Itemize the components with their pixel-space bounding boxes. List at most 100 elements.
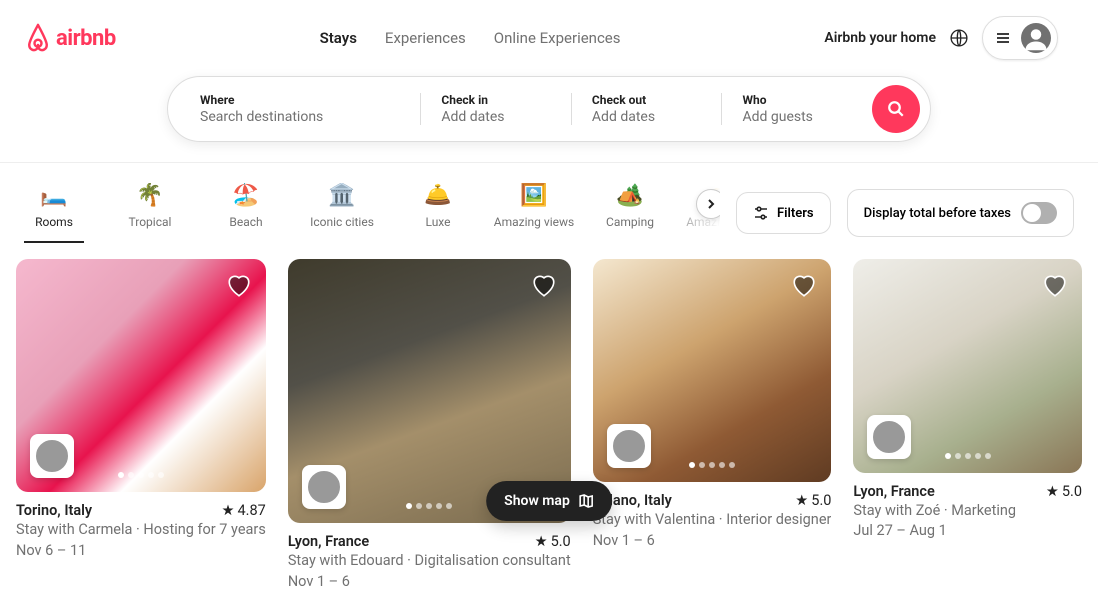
listing-image[interactable] xyxy=(593,259,832,482)
host-avatar xyxy=(307,470,341,504)
nav-tabs: Stays Experiences Online Experiences xyxy=(320,29,621,47)
carousel-dots xyxy=(945,453,991,459)
search-checkin-label: Check in xyxy=(441,93,555,107)
host-badge xyxy=(30,434,74,478)
listing-rating: ★ 5.0 xyxy=(535,533,571,550)
host-badge xyxy=(867,415,911,459)
listing-rating: ★ 5.0 xyxy=(1046,483,1082,500)
category-next-button[interactable] xyxy=(696,189,720,219)
divider xyxy=(420,93,421,125)
search-where[interactable]: Where Search destinations xyxy=(200,93,420,125)
search-icon xyxy=(887,100,905,118)
category-label: Beach xyxy=(229,215,262,229)
filters-button[interactable]: Filters xyxy=(736,192,831,234)
category-label: Rooms xyxy=(35,215,73,229)
listing-host: Stay with Valentina · Interior designer xyxy=(593,510,832,530)
category-amazing-views[interactable]: 🖼️Amazing views xyxy=(504,183,564,243)
heart-icon[interactable] xyxy=(226,273,252,299)
category-label: Amazing views xyxy=(494,215,574,229)
tax-toggle[interactable]: Display total before taxes xyxy=(847,189,1074,237)
listing-host: Stay with Carmela · Hosting for 7 years xyxy=(16,520,266,540)
listing-host: Stay with Edouard · Digitalisation consu… xyxy=(288,551,571,571)
category-icon: 🏖️ xyxy=(232,183,259,207)
listing-dates: Jul 27 – Aug 1 xyxy=(853,521,1082,541)
search-who-label: Who xyxy=(742,93,856,107)
tab-experiences[interactable]: Experiences xyxy=(385,29,466,47)
search-checkout-label: Check out xyxy=(592,93,706,107)
category-rooms[interactable]: 🛏️ Rooms xyxy=(24,183,84,243)
show-map-button[interactable]: Show map xyxy=(486,481,612,521)
search-bar: Where Search destinations Check in Add d… xyxy=(167,76,931,142)
search-who[interactable]: Who Add guests xyxy=(742,93,872,125)
listing-location: Lyon, France xyxy=(288,533,369,550)
category-row: 🛏️ Rooms 🌴 Tropical 🏖️ Beach 🏛️ Iconic cities 🛎️… xyxy=(24,183,720,243)
listing-rating: ★ 5.0 xyxy=(795,492,831,509)
search-where-label: Where xyxy=(200,93,404,107)
hamburger-icon xyxy=(995,30,1011,46)
category-luxe[interactable]: 🛎️ Luxe xyxy=(408,183,468,243)
map-icon xyxy=(578,493,594,509)
heart-icon[interactable] xyxy=(531,273,557,299)
listings-grid: Torino, Italy ★ 4.87Stay with Carmela · H… xyxy=(0,243,1098,615)
listing-dates: Nov 1 – 6 xyxy=(288,572,571,592)
carousel-dots xyxy=(406,503,452,509)
carousel-dots xyxy=(118,472,164,478)
category-label: Iconic cities xyxy=(310,215,374,229)
divider xyxy=(721,93,722,125)
host-badge xyxy=(302,465,346,509)
search-button[interactable] xyxy=(872,85,920,133)
search-checkin-placeholder: Add dates xyxy=(441,109,555,125)
category-camping[interactable]: 🏕️ Camping xyxy=(600,183,660,243)
tab-stays[interactable]: Stays xyxy=(320,29,357,47)
avatar xyxy=(1021,23,1051,53)
chevron-right-icon xyxy=(705,198,717,210)
toggle-switch[interactable] xyxy=(1021,202,1057,224)
listing-card[interactable]: Lyon, France ★ 5.0Stay with Edouard · Dig… xyxy=(288,259,571,591)
category-icon: 🛎️ xyxy=(424,183,451,207)
category-tropical[interactable]: 🌴 Tropical xyxy=(120,183,180,243)
listing-location: Torino, Italy xyxy=(16,502,92,519)
user-menu[interactable] xyxy=(982,16,1058,60)
category-icon: 🏛️ xyxy=(328,183,355,207)
filters-label: Filters xyxy=(777,206,814,221)
tab-online-experiences[interactable]: Online Experiences xyxy=(494,29,621,47)
listing-location: Lyon, France xyxy=(853,483,934,500)
globe-icon[interactable] xyxy=(950,29,968,47)
category-icon: 🖼️ xyxy=(520,183,547,207)
heart-icon[interactable] xyxy=(1042,273,1068,299)
category-iconic-cities[interactable]: 🏛️ Iconic cities xyxy=(312,183,372,243)
show-map-label: Show map xyxy=(504,493,570,509)
listing-dates: Nov 6 – 11 xyxy=(16,541,266,561)
category-label: Camping xyxy=(606,215,654,229)
search-where-placeholder: Search destinations xyxy=(200,109,404,125)
search-who-placeholder: Add guests xyxy=(742,109,856,125)
category-beach[interactable]: 🏖️ Beach xyxy=(216,183,276,243)
listing-card[interactable]: Lyon, France ★ 5.0Stay with Zoé · Marketi… xyxy=(853,259,1082,591)
heart-icon[interactable] xyxy=(791,273,817,299)
listing-card[interactable]: Milano, Italy★ 5.0Stay with Valentina · … xyxy=(593,259,832,591)
category-label: Luxe xyxy=(425,215,450,229)
listing-host: Stay with Zoé · Marketing xyxy=(853,501,1082,521)
host-badge xyxy=(607,424,651,468)
category-icon: 🏕️ xyxy=(616,183,643,207)
category-icon: 🌴 xyxy=(136,183,163,207)
category-label: Tropical xyxy=(129,215,172,229)
logo-text: airbnb xyxy=(56,26,116,51)
search-checkin[interactable]: Check in Add dates xyxy=(441,93,571,125)
listing-rating: ★ 4.87 xyxy=(222,502,266,519)
host-link[interactable]: Airbnb your home xyxy=(824,30,936,46)
divider xyxy=(571,93,572,125)
search-checkout[interactable]: Check out Add dates xyxy=(592,93,722,125)
host-avatar xyxy=(35,439,69,473)
host-avatar xyxy=(612,429,646,463)
listing-image[interactable] xyxy=(16,259,266,492)
logo[interactable]: airbnb xyxy=(24,23,116,53)
search-checkout-placeholder: Add dates xyxy=(592,109,706,125)
category-icon: 🛏️ xyxy=(40,183,67,207)
listing-dates: Nov 1 – 6 xyxy=(593,531,832,551)
carousel-dots xyxy=(689,462,735,468)
filters-icon xyxy=(753,205,769,221)
listing-image[interactable] xyxy=(853,259,1082,473)
listing-card[interactable]: Torino, Italy ★ 4.87Stay with Carmela · H… xyxy=(16,259,266,591)
tax-toggle-label: Display total before taxes xyxy=(864,206,1011,221)
